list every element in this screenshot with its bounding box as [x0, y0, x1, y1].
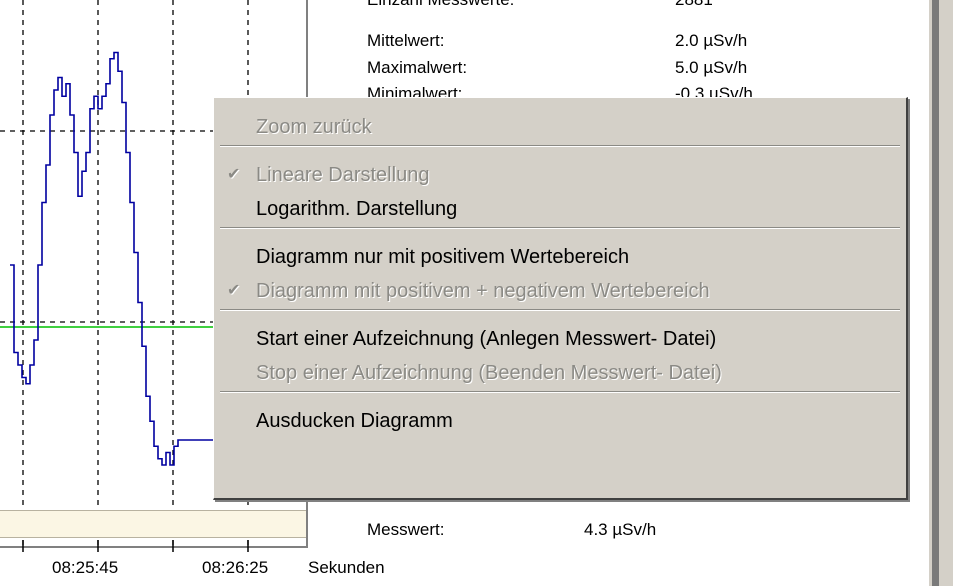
menu-item-label: Start einer Aufzeichnung (Anlegen Messwe… [256, 328, 717, 350]
stat-mean-label: Mittelwert: [367, 31, 445, 50]
menu-item[interactable]: Start einer Aufzeichnung (Anlegen Messwe… [214, 322, 906, 356]
menu-separator [220, 391, 900, 393]
data-series-line [10, 51, 234, 466]
current-value: 4.3 µSv/h [584, 520, 657, 539]
menu-item: ✔ Lineare Darstellung [214, 158, 906, 192]
menu-item: ✔ Diagramm mit positivem + negativem Wert… [214, 274, 906, 308]
time-tick-label: 08:26:25 [202, 558, 269, 577]
status-strip [0, 510, 306, 538]
stat-mean-value: 2.0 µSv/h [675, 31, 748, 50]
current-value-label: Messwert: [367, 520, 445, 539]
time-tick-label: 08:25:45 [52, 558, 119, 577]
menu-separator [220, 145, 900, 147]
context-menu[interactable]: Zoom zurück ✔ Lineare Darstellung Logarithm… [213, 97, 908, 500]
menu-item-label: Diagramm nur mit positivem Wertebereich [256, 246, 630, 268]
stat-max-label: Maximalwert: [367, 58, 468, 77]
window-border [929, 0, 953, 586]
menu-item: Stop einer Aufzeichnung (Beenden Messwer… [214, 356, 906, 390]
menu-item-label: Zoom zurück [256, 116, 372, 138]
menu-item[interactable]: Diagramm nur mit positivem Wertebereich [214, 240, 906, 274]
menu-item[interactable]: Logarithm. Darstellung [214, 192, 906, 226]
menu-item-label: Stop einer Aufzeichnung (Beenden Messwer… [256, 362, 722, 384]
menu-separator [220, 309, 900, 311]
menu-item-label: Logarithm. Darstellung [256, 198, 458, 220]
menu-item-label: Diagramm mit positivem + negativem Werte… [256, 280, 710, 302]
check-icon: ✔ [227, 166, 241, 183]
menu-item-label: Ausducken Diagramm [256, 410, 453, 432]
menu-item-label: Lineare Darstellung [256, 164, 430, 186]
menu-item: Zoom zurück [214, 110, 906, 144]
check-icon: ✔ [227, 282, 241, 299]
menu-item[interactable]: Ausducken Diagramm [214, 404, 906, 438]
stat-count-label: Einzahl Messwerte: [367, 0, 514, 10]
stat-count-value: 2881 [675, 0, 713, 10]
stat-max-value: 5.0 µSv/h [675, 58, 748, 77]
menu-separator [220, 227, 900, 229]
